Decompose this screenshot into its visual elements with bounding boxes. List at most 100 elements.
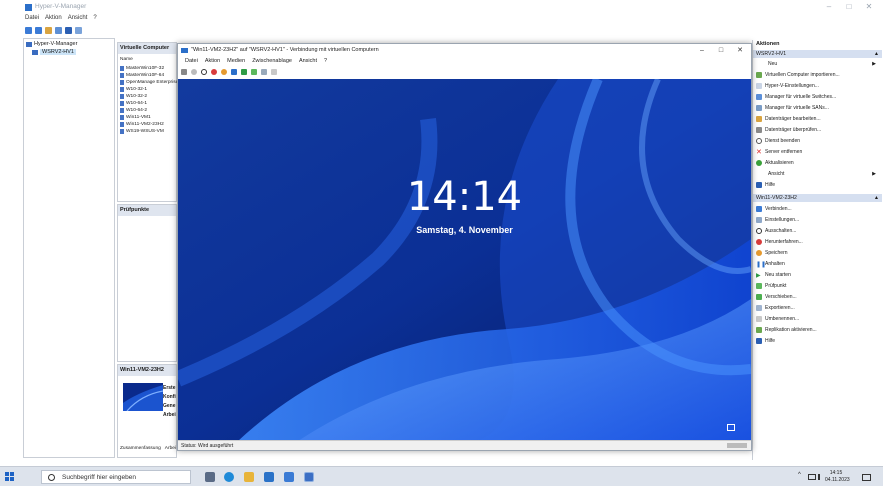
menu-ansicht[interactable]: Ansicht xyxy=(68,15,88,24)
maximize-button[interactable]: □ xyxy=(840,1,858,13)
notification-icon[interactable] xyxy=(862,474,871,481)
vm-menu-help[interactable]: ? xyxy=(324,58,327,64)
connect-icon xyxy=(756,206,762,212)
vm-row[interactable]: W10-32-2 xyxy=(120,94,147,99)
vm-icon xyxy=(120,73,124,78)
menu-help[interactable]: ? xyxy=(93,15,96,24)
action-checkpoint[interactable]: Prüfpunkt xyxy=(756,282,880,290)
action-remove-server[interactable]: ✕ Server entfernen xyxy=(756,148,880,156)
vm-minimize-button[interactable]: – xyxy=(694,45,710,56)
minimize-button[interactable]: – xyxy=(820,1,838,13)
pane-icon[interactable] xyxy=(75,26,82,34)
folder-icon[interactable] xyxy=(45,26,52,34)
action-move[interactable]: Verschieben... xyxy=(756,293,880,301)
store-icon[interactable] xyxy=(264,472,274,482)
edge-icon[interactable] xyxy=(224,472,234,482)
turn-off-icon xyxy=(756,228,762,234)
revert-icon[interactable] xyxy=(261,69,267,75)
pause-icon: ❚❚ xyxy=(756,261,767,268)
action-san-manager[interactable]: Manager für virtuelle SANs... xyxy=(756,104,880,112)
actions-server-section[interactable]: WSRV2-HV1 ▲ xyxy=(753,50,882,58)
tree-server[interactable]: WSRV2-HV1 xyxy=(32,49,76,55)
taskbar-clock[interactable]: 14:15 04.11.2023 xyxy=(825,470,850,484)
vm-connection-toolbar xyxy=(181,69,277,75)
action-restart[interactable]: ▶ Neu starten xyxy=(756,271,880,279)
action-stop-service[interactable]: Dienst beenden xyxy=(756,137,880,145)
turn-off-icon[interactable] xyxy=(201,69,207,75)
vm-menu-aktion[interactable]: Aktion xyxy=(205,58,220,64)
vm-maximize-button[interactable]: □ xyxy=(713,45,729,56)
action-shutdown[interactable]: Herunterfahren... xyxy=(756,238,880,246)
help-icon[interactable] xyxy=(65,26,72,34)
action-hyperv-settings[interactable]: Hyper-V-Einstellungen... xyxy=(756,82,880,90)
action-export[interactable]: Exportieren... xyxy=(756,304,880,312)
action-switch-manager[interactable]: Manager für virtuelle Switches... xyxy=(756,93,880,101)
tray-network-icon[interactable] xyxy=(808,474,816,480)
action-settings[interactable]: Einstellungen... xyxy=(756,216,880,224)
menu-datei[interactable]: Datei xyxy=(25,15,39,24)
hyperv-taskbar-icon[interactable] xyxy=(304,472,314,482)
vm-row[interactable]: MasterWin10F-32 xyxy=(120,66,164,71)
shutdown-icon[interactable] xyxy=(211,69,217,75)
action-edit-disk[interactable]: Datenträger bearbeiten... xyxy=(756,115,880,123)
action-label: Exportieren... xyxy=(765,305,795,311)
vm-column-name[interactable]: Name xyxy=(120,57,133,62)
action-pause[interactable]: ❚❚ Anhalten xyxy=(756,260,880,268)
file-explorer-icon[interactable] xyxy=(244,472,254,482)
taskbar-search-input[interactable]: Suchbegriff hier eingeben xyxy=(41,470,191,484)
tree-root[interactable]: Hyper-V-Manager xyxy=(26,41,77,47)
pause-icon[interactable] xyxy=(231,69,237,75)
tab-arbeitsspeicher[interactable]: Arbei xyxy=(165,446,176,451)
start-icon[interactable] xyxy=(191,69,197,75)
vm-menu-zwischenablage[interactable]: Zwischenablage xyxy=(252,58,292,64)
tray-overflow-icon[interactable]: ^ xyxy=(798,472,806,478)
vm-close-button[interactable]: ✕ xyxy=(732,45,748,56)
task-view-icon[interactable] xyxy=(205,472,215,482)
help-icon xyxy=(756,338,762,344)
vm-screen[interactable]: 14:14 Samstag, 4. November xyxy=(178,79,751,441)
collapse-icon[interactable]: ▲ xyxy=(874,195,879,201)
menu-aktion[interactable]: Aktion xyxy=(45,15,62,24)
vm-thumbnail[interactable] xyxy=(123,383,164,412)
checkpoint-icon[interactable] xyxy=(251,69,257,75)
forward-icon[interactable] xyxy=(35,26,42,34)
action-import[interactable]: Virtuellen Computer importieren... xyxy=(756,71,880,79)
action-refresh[interactable]: Aktualisieren xyxy=(756,159,880,167)
action-save[interactable]: Speichern xyxy=(756,249,880,257)
action-replication[interactable]: Replikation aktivieren... xyxy=(756,326,880,334)
action-inspect-disk[interactable]: Datenträger überprüfen... xyxy=(756,126,880,134)
server-manager-icon[interactable] xyxy=(284,472,294,482)
action-view[interactable]: Ansicht ▶ xyxy=(756,170,880,178)
save-icon[interactable] xyxy=(221,69,227,75)
network-icon[interactable] xyxy=(727,424,735,431)
action-rename[interactable]: Umbenennen... xyxy=(756,315,880,323)
vm-menu-ansicht[interactable]: Ansicht xyxy=(299,58,317,64)
action-label: Dienst beenden xyxy=(765,138,801,144)
tab-zusammenfassung[interactable]: Zusammenfassung xyxy=(120,446,161,451)
reset-icon[interactable] xyxy=(241,69,247,75)
collapse-icon[interactable]: ▲ xyxy=(874,51,879,57)
vm-icon xyxy=(120,94,124,99)
vm-row[interactable]: WS19-WSUS-VM xyxy=(120,129,164,134)
close-button[interactable]: ✕ xyxy=(860,1,878,13)
action-turn-off[interactable]: Ausschalten... xyxy=(756,227,880,235)
vm-menu-medien[interactable]: Medien xyxy=(227,58,245,64)
back-icon[interactable] xyxy=(25,26,32,34)
action-neu[interactable]: Neu ▶ xyxy=(756,60,880,68)
vm-row[interactable]: W10-32-1 xyxy=(120,87,147,92)
actions-vm-section[interactable]: Win11-VM2-23H2 ▲ xyxy=(753,194,882,202)
console-icon[interactable] xyxy=(55,26,62,34)
vm-row[interactable]: OpenManage Enterprise xyxy=(120,80,178,85)
vm-row[interactable]: Win11-VM2-23H2 xyxy=(120,122,164,127)
windows-start-icon[interactable] xyxy=(5,472,15,482)
vm-row[interactable]: W10-64-1 xyxy=(120,101,147,106)
enhanced-session-icon[interactable] xyxy=(271,69,277,75)
vm-row[interactable]: MasterWin10F-64 xyxy=(120,73,164,78)
vm-row[interactable]: W10-64-2 xyxy=(120,108,147,113)
action-help[interactable]: Hilfe xyxy=(756,181,880,189)
ctrl-alt-del-icon[interactable] xyxy=(181,69,187,75)
action-vm-help[interactable]: Hilfe xyxy=(756,337,880,345)
vm-menu-datei[interactable]: Datei xyxy=(185,58,198,64)
action-connect[interactable]: Verbinden... xyxy=(756,205,880,213)
vm-row[interactable]: Win11-VM1 xyxy=(120,115,151,120)
